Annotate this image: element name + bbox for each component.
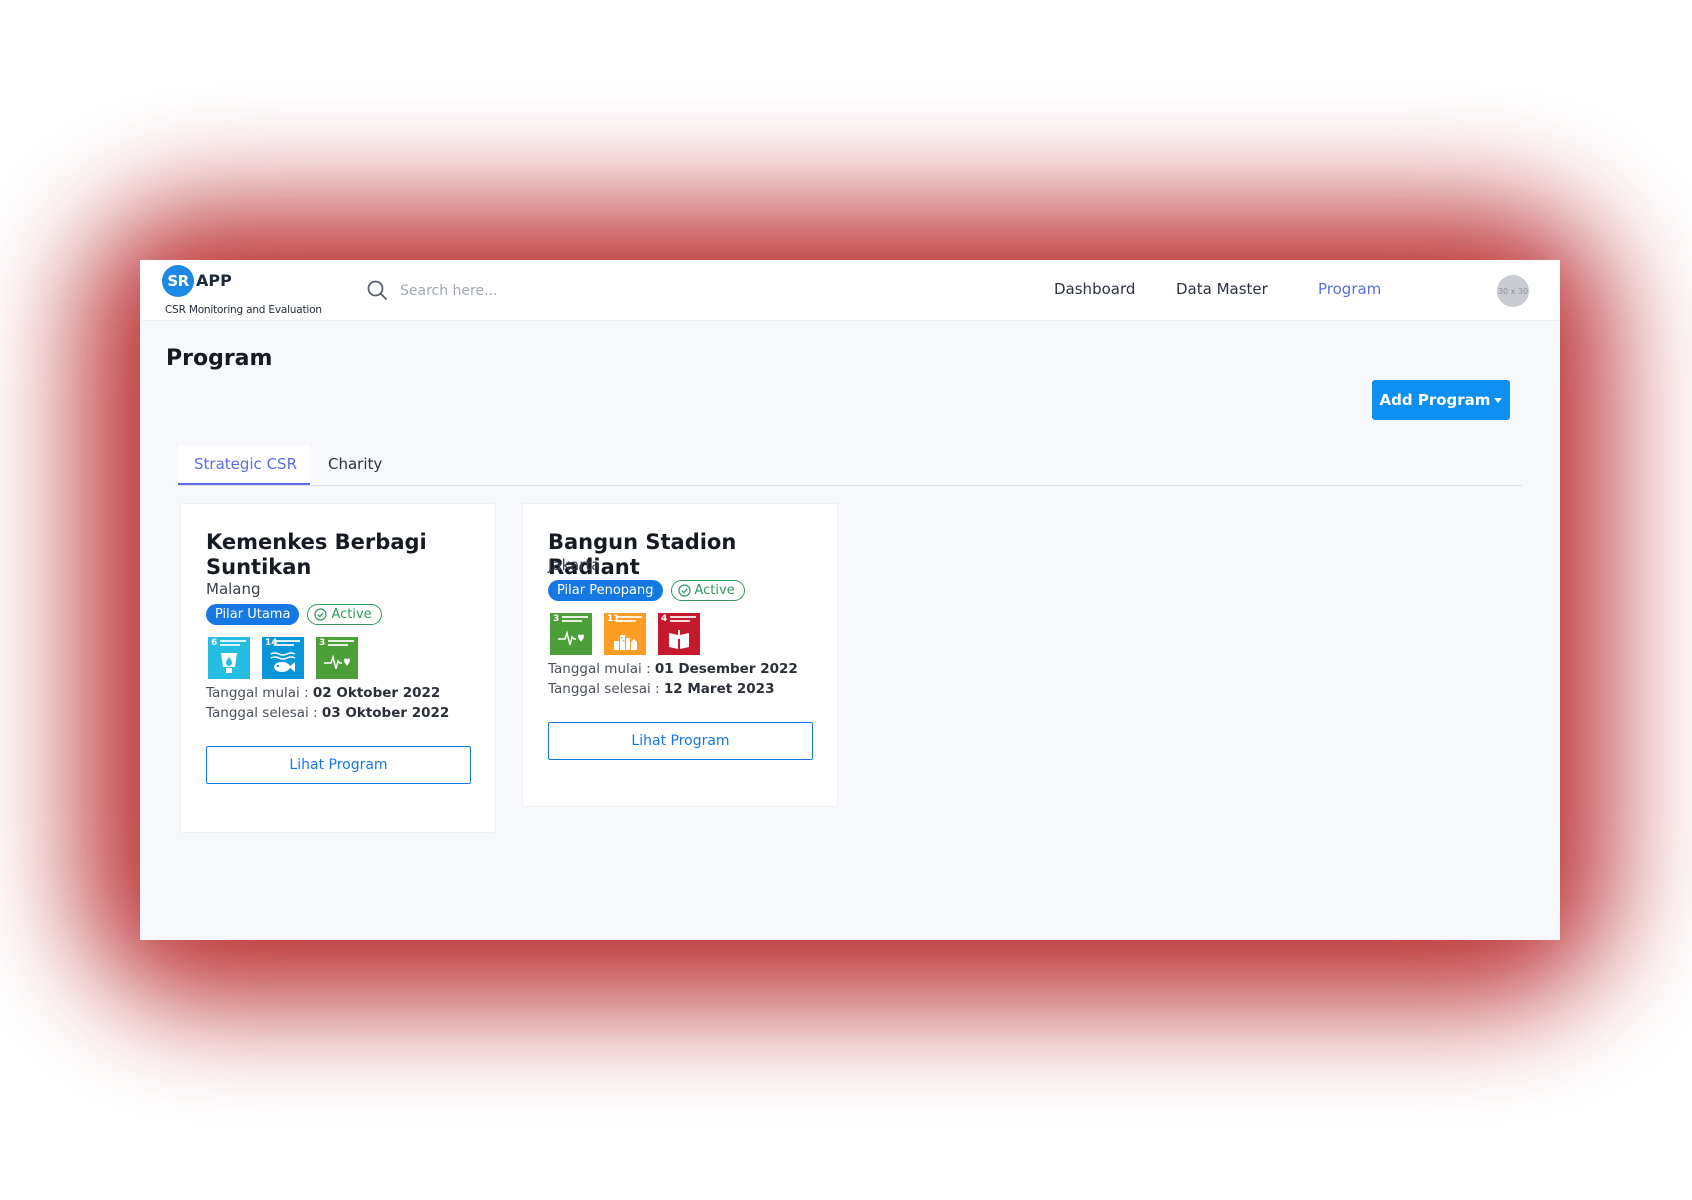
- program-location: Malang: [206, 580, 261, 598]
- view-program-button[interactable]: Lihat Program: [206, 746, 471, 784]
- nav-dashboard[interactable]: Dashboard: [1054, 280, 1135, 298]
- sdg-4-quality-education-icon: 4: [658, 613, 700, 655]
- logo-badge: SR: [162, 265, 194, 297]
- top-navbar: SR APP CSR Monitoring and Evaluation Das…: [140, 260, 1560, 321]
- page-title: Program: [166, 346, 273, 371]
- program-end-date: Tanggal selesai : 12 Maret 2023: [548, 681, 775, 697]
- nav-data-master[interactable]: Data Master: [1176, 280, 1268, 298]
- tab-strategic-csr[interactable]: Strategic CSR: [178, 445, 310, 485]
- status-label: Active: [331, 607, 372, 622]
- avatar[interactable]: 30 x 30: [1497, 275, 1529, 307]
- program-card: Bangun Stadion Radiant Jakarta Pilar Pen…: [522, 503, 838, 807]
- sdg-3-good-health-icon: 3: [550, 613, 592, 655]
- sdg-3-good-health-icon: 3: [316, 637, 358, 679]
- program-title: Kemenkes Berbagi Suntikan: [206, 530, 427, 579]
- program-badges: Pilar Utama Active: [206, 604, 382, 625]
- status-badge: Active: [670, 580, 745, 601]
- program-start-date: Tanggal mulai : 02 Oktober 2022: [206, 685, 441, 701]
- sdg-11-sustainable-cities-icon: 11: [604, 613, 646, 655]
- status-badge: Active: [307, 604, 382, 625]
- pillar-badge: Pilar Utama: [206, 604, 300, 625]
- pillar-badge: Pilar Penopang: [548, 580, 663, 601]
- add-program-label: Add Program: [1379, 391, 1491, 409]
- sdg-14-life-below-water-icon: 14: [262, 637, 304, 679]
- avatar-placeholder-text: 30 x 30: [1497, 286, 1529, 296]
- program-badges: Pilar Penopang Active: [548, 580, 745, 601]
- program-location: Jakarta: [548, 556, 601, 574]
- nav-program[interactable]: Program: [1318, 280, 1381, 298]
- search-icon: [366, 279, 388, 301]
- caret-down-icon: [1494, 397, 1503, 403]
- sdg-icons: 6 14 3: [208, 637, 358, 679]
- search-input[interactable]: [398, 276, 702, 306]
- view-program-button[interactable]: Lihat Program: [548, 722, 813, 760]
- tab-charity[interactable]: Charity: [328, 445, 382, 483]
- add-program-button[interactable]: Add Program: [1372, 380, 1510, 420]
- status-label: Active: [694, 583, 735, 598]
- check-circle-icon: [314, 608, 328, 621]
- program-end-date: Tanggal selesai : 03 Oktober 2022: [206, 705, 450, 721]
- app-window: SR APP CSR Monitoring and Evaluation Das…: [140, 260, 1560, 940]
- sdg-6-clean-water-icon: 6: [208, 637, 250, 679]
- program-tabs: Strategic CSR Charity: [178, 445, 1522, 486]
- check-circle-icon: [677, 584, 691, 597]
- program-start-date: Tanggal mulai : 01 Desember 2022: [548, 661, 798, 677]
- program-card: Kemenkes Berbagi Suntikan Malang Pilar U…: [180, 503, 496, 833]
- sdg-icons: 3 11 4: [550, 613, 700, 655]
- logo-subtitle: CSR Monitoring and Evaluation: [165, 304, 322, 316]
- logo-app-name: APP: [196, 271, 232, 290]
